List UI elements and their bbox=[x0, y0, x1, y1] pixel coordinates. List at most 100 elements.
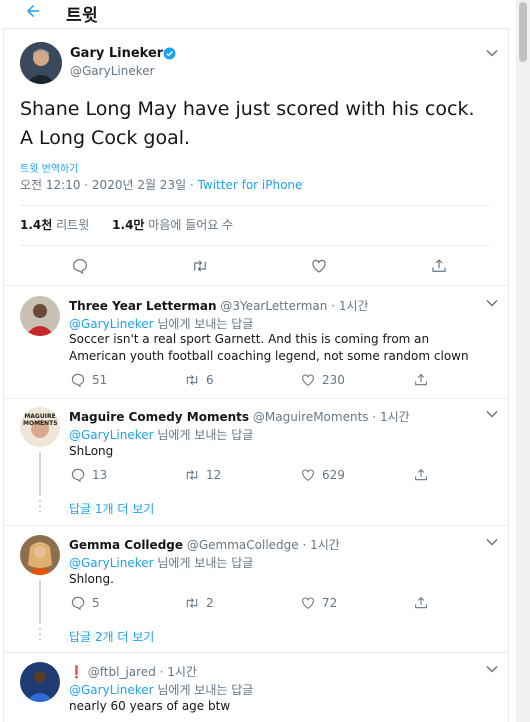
thread-line bbox=[39, 452, 41, 496]
reply-to-suffix: 님에게 보내는 답글 bbox=[157, 556, 254, 570]
verified-badge-icon bbox=[163, 47, 176, 60]
chevron-down-icon[interactable] bbox=[486, 299, 498, 307]
like-count[interactable]: 1.4만 bbox=[112, 218, 144, 232]
source-link[interactable]: Twitter for iPhone bbox=[198, 178, 303, 192]
reply-text: Soccer isn't a real sport Garnett. And t… bbox=[69, 332, 469, 363]
avatar[interactable] bbox=[20, 42, 62, 84]
reply-count: 51 bbox=[92, 373, 108, 387]
reply-text: nearly 60 years of age btw bbox=[69, 699, 231, 713]
like-icon[interactable] bbox=[300, 595, 316, 611]
thread-dots bbox=[39, 500, 41, 515]
retweet-icon[interactable] bbox=[184, 372, 200, 388]
retweet-count: 6 bbox=[206, 373, 214, 387]
divider bbox=[3, 525, 508, 526]
translate-link[interactable]: 트윗 번역하기 bbox=[20, 160, 78, 175]
like-icon[interactable] bbox=[310, 257, 328, 275]
tweet-timestamp: 오전 12:10 · 2020년 2월 23일 · Twitter for iP… bbox=[20, 176, 302, 193]
divider bbox=[20, 205, 490, 206]
thread-line bbox=[39, 580, 41, 624]
reply-author-handle[interactable]: @3YearLetterman · 1시간 bbox=[220, 299, 368, 313]
reply-author-handle[interactable]: @MaguireMoments · 1시간 bbox=[253, 410, 410, 424]
timestamp-text[interactable]: 오전 12:10 · 2020년 2월 23일 · bbox=[20, 178, 198, 192]
show-more-replies-link[interactable]: 답글 1개 더 보기 bbox=[69, 500, 154, 517]
reply-action[interactable]: 51 bbox=[70, 372, 107, 388]
reply-action[interactable]: 5 bbox=[70, 595, 100, 611]
reply-author-name[interactable]: Maguire Comedy Moments bbox=[69, 410, 249, 424]
like-count: 230 bbox=[322, 373, 345, 387]
reply-to-user[interactable]: @GaryLineker bbox=[69, 317, 154, 331]
like-action[interactable]: 629 bbox=[300, 467, 345, 483]
retweet-action[interactable]: 2 bbox=[184, 595, 214, 611]
chevron-down-icon[interactable] bbox=[486, 410, 498, 418]
share-icon[interactable] bbox=[413, 595, 429, 611]
reply-icon[interactable] bbox=[70, 467, 86, 483]
like-action[interactable]: 230 bbox=[300, 372, 345, 388]
timeline-right-border bbox=[508, 28, 509, 722]
retweet-icon[interactable] bbox=[191, 257, 209, 275]
like-label[interactable]: 마음에 들어요 수 bbox=[148, 218, 233, 232]
profile-photo-icon bbox=[20, 662, 60, 702]
chevron-down-icon[interactable] bbox=[486, 49, 498, 57]
retweet-action[interactable]: 12 bbox=[184, 467, 221, 483]
like-icon[interactable] bbox=[300, 372, 316, 388]
divider bbox=[20, 245, 490, 246]
reply-author-name[interactable]: Gemma Colledge bbox=[69, 538, 183, 552]
top-bar: 트윗 bbox=[0, 0, 508, 26]
divider bbox=[3, 398, 508, 399]
reply-to-suffix: 님에게 보내는 답글 bbox=[157, 683, 254, 697]
profile-photo-icon bbox=[20, 296, 60, 336]
chevron-down-icon[interactable] bbox=[486, 665, 498, 673]
like-action[interactable]: 72 bbox=[300, 595, 337, 611]
divider bbox=[3, 28, 508, 29]
chevron-down-icon[interactable] bbox=[486, 538, 498, 546]
reply-to-user[interactable]: @GaryLineker bbox=[69, 683, 154, 697]
reply-author-name[interactable]: Three Year Letterman bbox=[69, 299, 216, 313]
back-arrow-icon[interactable] bbox=[24, 2, 42, 20]
retweet-count: 12 bbox=[206, 468, 222, 482]
divider bbox=[3, 652, 508, 653]
share-icon[interactable] bbox=[413, 372, 429, 388]
reply-to-suffix: 님에게 보내는 답글 bbox=[157, 428, 254, 442]
reply-icon[interactable] bbox=[70, 595, 86, 611]
reply-count: 13 bbox=[92, 468, 108, 482]
like-count: 72 bbox=[322, 596, 338, 610]
divider bbox=[3, 285, 508, 286]
retweet-icon[interactable] bbox=[184, 595, 200, 611]
reply-icon[interactable] bbox=[71, 257, 89, 275]
timeline-left-border bbox=[3, 28, 4, 722]
reply-to-user[interactable]: @GaryLineker bbox=[69, 428, 154, 442]
retweet-action[interactable]: 6 bbox=[184, 372, 214, 388]
reply-author-handle[interactable]: @ftbl_jared · 1시간 bbox=[88, 665, 197, 679]
scrollbar[interactable] bbox=[516, 0, 530, 722]
reply-action[interactable]: 13 bbox=[70, 467, 107, 483]
reply-text: ShLong bbox=[69, 444, 114, 458]
like-icon[interactable] bbox=[300, 467, 316, 483]
reply-author-name[interactable]: ❗ bbox=[69, 665, 84, 679]
reply-to-user[interactable]: @GaryLineker bbox=[69, 556, 154, 570]
reply-text: Shlong. bbox=[69, 572, 114, 586]
reply-author-handle[interactable]: @GemmaColledge · 1시간 bbox=[187, 538, 340, 552]
tweet-text: Shane Long May have just scored with his… bbox=[20, 98, 475, 149]
reply-to-suffix: 님에게 보내는 답글 bbox=[157, 317, 254, 331]
avatar-caption: MAGUIRE MOMENTS bbox=[23, 413, 58, 427]
author-name[interactable]: Gary Lineker bbox=[70, 46, 163, 61]
retweet-icon[interactable] bbox=[184, 467, 200, 483]
retweet-count: 2 bbox=[206, 596, 214, 610]
avatar[interactable] bbox=[20, 296, 60, 336]
share-icon[interactable] bbox=[413, 467, 429, 483]
like-count: 629 bbox=[322, 468, 345, 482]
reply-icon[interactable] bbox=[70, 372, 86, 388]
scrollbar-thumb[interactable] bbox=[519, 2, 527, 62]
retweet-count[interactable]: 1.4천 bbox=[20, 218, 52, 232]
profile-photo-icon bbox=[20, 535, 60, 575]
show-more-replies-link[interactable]: 답글 2개 더 보기 bbox=[69, 628, 154, 645]
tweet-stats: 1.4천 리트윗 1.4만 마음에 들어요 수 bbox=[20, 216, 233, 233]
profile-photo-icon bbox=[20, 42, 62, 84]
avatar[interactable] bbox=[20, 662, 60, 702]
author-handle[interactable]: @GaryLineker bbox=[70, 64, 155, 78]
avatar[interactable] bbox=[20, 535, 60, 575]
share-icon[interactable] bbox=[430, 257, 448, 275]
avatar[interactable]: MAGUIRE MOMENTS bbox=[20, 407, 60, 447]
retweet-label[interactable]: 리트윗 bbox=[56, 218, 89, 232]
thread-dots bbox=[39, 628, 41, 643]
